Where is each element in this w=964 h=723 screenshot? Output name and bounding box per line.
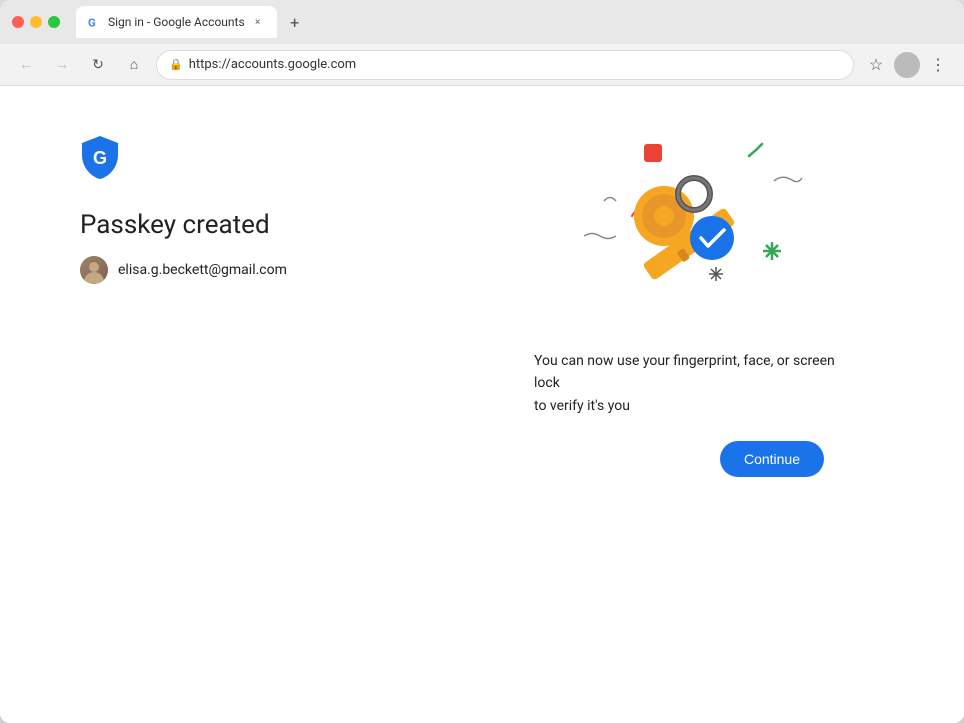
refresh-icon: ↻ (92, 57, 104, 73)
url-text: https://accounts.google.com (189, 57, 841, 72)
bookmark-button[interactable]: ☆ (862, 51, 890, 79)
bookmark-icon: ☆ (869, 55, 883, 74)
description-text: You can now use your fingerprint, face, … (534, 350, 854, 417)
address-bar[interactable]: 🔒 https://accounts.google.com (156, 50, 854, 80)
forward-icon: → (55, 56, 69, 73)
navigation-bar: ← → ↻ ⌂ 🔒 https://accounts.google.com ☆ … (0, 44, 964, 86)
back-icon: ← (19, 56, 33, 73)
menu-icon: ⋮ (930, 55, 946, 74)
tab-bar: G Sign in - Google Accounts × + (76, 6, 952, 38)
title-bar: G Sign in - Google Accounts × + (0, 0, 964, 44)
passkey-illustration (554, 126, 834, 326)
nav-actions: ☆ ⋮ (862, 51, 952, 79)
close-window-button[interactable] (12, 16, 24, 28)
avatar-image (80, 256, 108, 284)
menu-button[interactable]: ⋮ (924, 51, 952, 79)
continue-button[interactable]: Continue (720, 441, 824, 477)
page-content: G Passkey created elisa.g.beckett@gmail.… (0, 86, 964, 723)
browser-window: G Sign in - Google Accounts × + ← → ↻ ⌂ … (0, 0, 964, 723)
page-title: Passkey created (80, 210, 504, 240)
avatar (80, 256, 108, 284)
home-button[interactable]: ⌂ (120, 51, 148, 79)
home-icon: ⌂ (130, 56, 138, 73)
traffic-lights (12, 16, 60, 28)
user-email: elisa.g.beckett@gmail.com (118, 262, 287, 278)
left-panel: G Passkey created elisa.g.beckett@gmail.… (80, 126, 504, 284)
tab-close-button[interactable]: × (251, 15, 265, 29)
active-tab[interactable]: G Sign in - Google Accounts × (76, 6, 277, 38)
tab-favicon-icon: G (88, 15, 102, 29)
google-shield-logo: G (80, 136, 120, 182)
profile-button[interactable] (894, 52, 920, 78)
lock-icon: 🔒 (169, 58, 183, 71)
back-button[interactable]: ← (12, 51, 40, 79)
user-row: elisa.g.beckett@gmail.com (80, 256, 504, 284)
new-tab-button[interactable]: + (281, 8, 309, 36)
svg-text:G: G (93, 148, 107, 168)
right-panel: You can now use your fingerprint, face, … (504, 126, 884, 477)
refresh-button[interactable]: ↻ (84, 51, 112, 79)
forward-button[interactable]: → (48, 51, 76, 79)
minimize-window-button[interactable] (30, 16, 42, 28)
maximize-window-button[interactable] (48, 16, 60, 28)
tab-title: Sign in - Google Accounts (108, 15, 245, 29)
svg-text:G: G (88, 15, 96, 29)
key-illustration-svg (554, 126, 834, 326)
